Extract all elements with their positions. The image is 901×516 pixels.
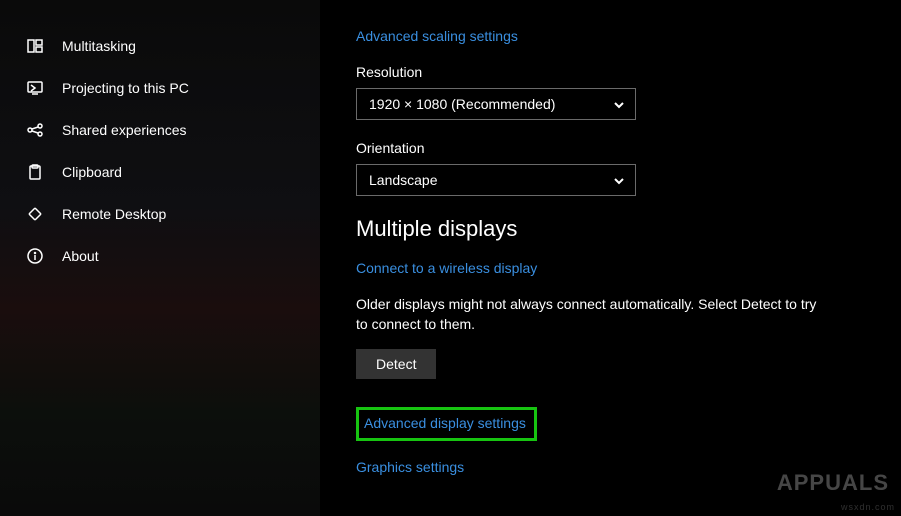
- watermark-brand: APPUALS: [777, 470, 889, 496]
- sidebar-item-shared[interactable]: Shared experiences: [0, 109, 320, 151]
- highlight-annotation: Advanced display settings: [356, 407, 537, 441]
- multitasking-icon: [26, 37, 44, 55]
- remote-desktop-icon: [26, 205, 44, 223]
- sidebar-item-about[interactable]: About: [0, 235, 320, 277]
- about-icon: [26, 247, 44, 265]
- resolution-value: 1920 × 1080 (Recommended): [369, 96, 555, 112]
- orientation-value: Landscape: [369, 172, 438, 188]
- watermark-site: wsxdn.com: [841, 502, 895, 512]
- orientation-label: Orientation: [356, 140, 861, 156]
- chevron-down-icon: [613, 174, 625, 186]
- multiple-displays-body: Older displays might not always connect …: [356, 294, 826, 335]
- sidebar-item-projecting[interactable]: Projecting to this PC: [0, 67, 320, 109]
- advanced-scaling-link[interactable]: Advanced scaling settings: [356, 28, 518, 44]
- sidebar-item-label: About: [62, 248, 99, 264]
- graphics-settings-link[interactable]: Graphics settings: [356, 459, 464, 475]
- sidebar-item-clipboard[interactable]: Clipboard: [0, 151, 320, 193]
- resolution-label: Resolution: [356, 64, 861, 80]
- wireless-display-link[interactable]: Connect to a wireless display: [356, 260, 537, 276]
- detect-button[interactable]: Detect: [356, 349, 436, 379]
- resolution-dropdown[interactable]: 1920 × 1080 (Recommended): [356, 88, 636, 120]
- sidebar-item-remote[interactable]: Remote Desktop: [0, 193, 320, 235]
- chevron-down-icon: [613, 98, 625, 110]
- settings-sidebar: Multitasking Projecting to this PC Share…: [0, 0, 320, 516]
- multiple-displays-heading: Multiple displays: [356, 216, 861, 242]
- orientation-dropdown[interactable]: Landscape: [356, 164, 636, 196]
- sidebar-item-label: Shared experiences: [62, 122, 187, 138]
- clipboard-icon: [26, 163, 44, 181]
- advanced-display-link[interactable]: Advanced display settings: [364, 415, 526, 431]
- shared-experiences-icon: [26, 121, 44, 139]
- settings-content: Advanced scaling settings Resolution 192…: [320, 0, 901, 516]
- sidebar-item-label: Multitasking: [62, 38, 136, 54]
- sidebar-item-label: Clipboard: [62, 164, 122, 180]
- projecting-icon: [26, 79, 44, 97]
- sidebar-item-label: Projecting to this PC: [62, 80, 189, 96]
- sidebar-item-label: Remote Desktop: [62, 206, 166, 222]
- sidebar-item-multitasking[interactable]: Multitasking: [0, 25, 320, 67]
